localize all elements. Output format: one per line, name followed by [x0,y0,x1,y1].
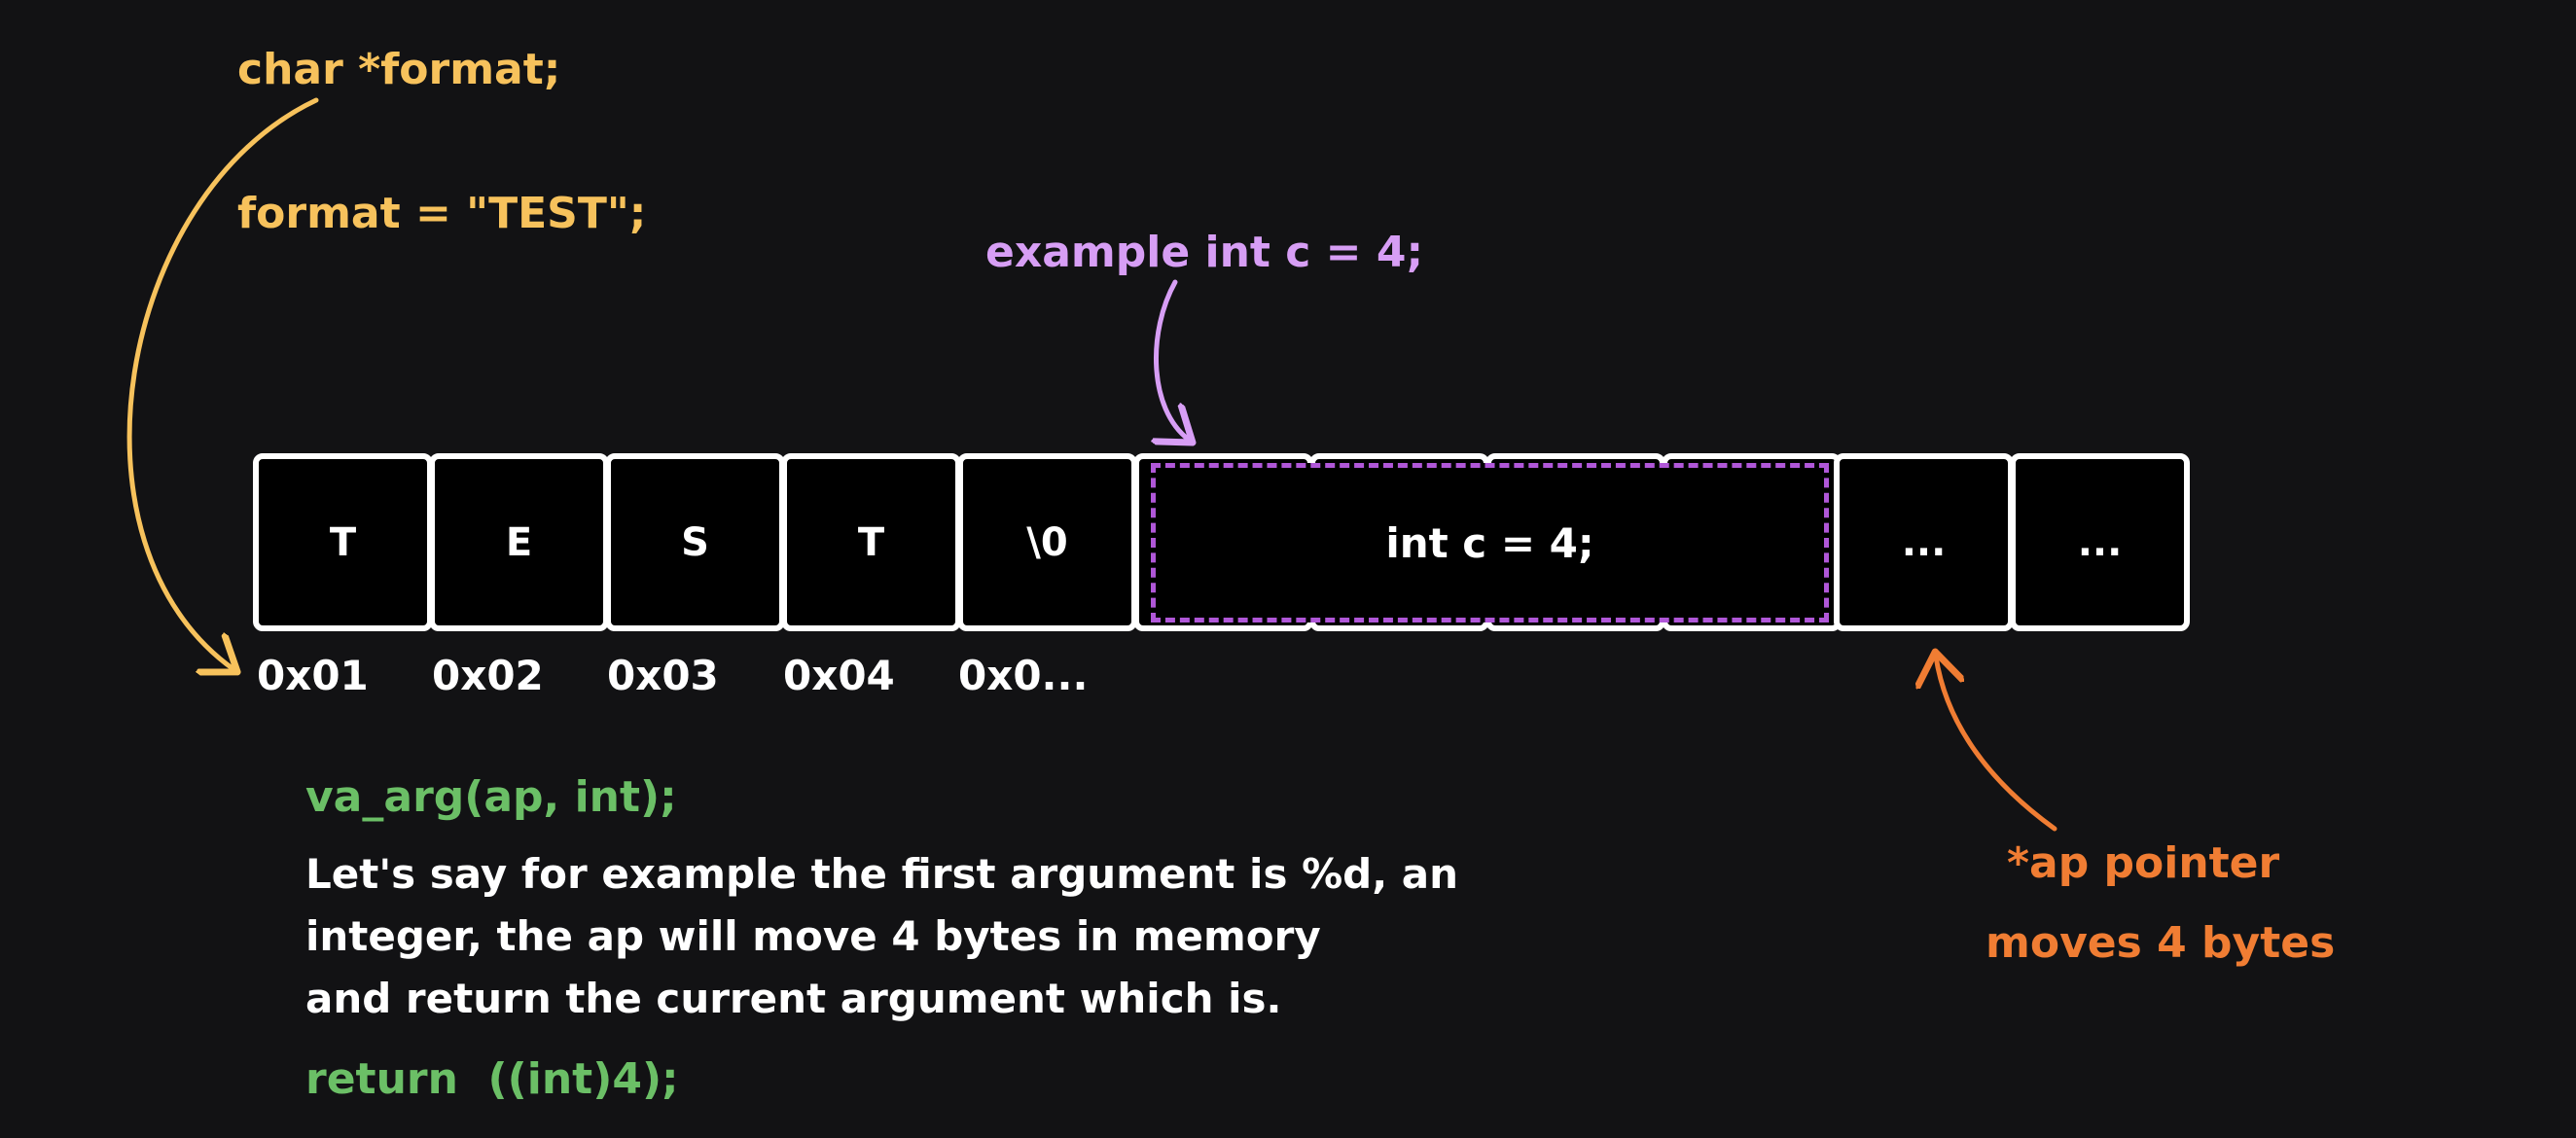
example-int-arrow [1156,279,1189,440]
address-label: 0x0... [958,652,1089,699]
memory-cell-s: S [605,453,785,631]
moves-bytes-label: moves 4 bytes [1986,918,2336,968]
memory-cell-t1: T [253,453,433,631]
char-declaration: char *format; [237,45,561,94]
example-int-label: example int c = 4; [985,228,1424,277]
memory-cell-null-terminator: \0 [957,453,1137,631]
memory-cell-e: E [429,453,609,631]
format-assignment: format = "TEST"; [237,189,647,238]
explanation-line-1: Let's say for example the first argument… [305,850,1459,898]
explanation-line-2: integer, the ap will move 4 bytes in mem… [305,912,1321,960]
diagram-canvas: char *format; format = "TEST"; example i… [0,0,2576,1138]
address-label: 0x01 [257,652,369,699]
memory-cell-ellipsis-1: ... [1834,453,2014,631]
explanation-line-3: and return the current argument which is… [305,975,1282,1022]
int-value-block: int c = 4; [1151,463,1829,622]
address-label: 0x04 [783,652,895,699]
address-label: 0x02 [432,652,544,699]
address-label: 0x03 [607,652,719,699]
ap-pointer-arrow [1936,657,2057,832]
memory-cell-t2: T [781,453,961,631]
return-statement: return ((int)4); [305,1054,679,1104]
memory-cell-ellipsis-2: ... [2010,453,2190,631]
va-arg-call: va_arg(ap, int); [305,772,677,822]
ap-pointer-label: *ap pointer [2007,838,2280,888]
